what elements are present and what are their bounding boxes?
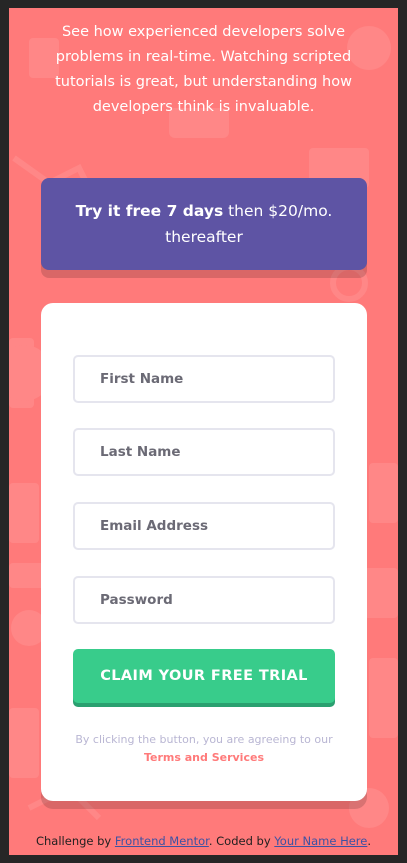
footer-prefix: Challenge by (35, 834, 115, 848)
terms-text: By clicking the button, you are agreeing… (75, 733, 333, 746)
intro-text: See how experienced developers solve pro… (55, 24, 352, 115)
last-name-field[interactable] (73, 428, 335, 476)
page-frame: See how experienced developers solve pro… (9, 8, 398, 855)
claim-free-trial-button[interactable]: CLAIM YOUR FREE TRIAL (73, 649, 335, 703)
footer-middle: . Coded by (208, 834, 275, 848)
password-input[interactable] (75, 591, 333, 609)
terms-notice: By clicking the button, you are agreeing… (65, 731, 343, 767)
attribution-footer: Challenge by Frontend Mentor. Coded by Y… (9, 834, 398, 848)
terms-link[interactable]: Terms and Services (144, 751, 264, 764)
email-input[interactable] (75, 517, 333, 535)
first-name-field[interactable] (73, 355, 335, 403)
banner-bold-text: Try it free 7 days (75, 202, 224, 220)
footer-suffix: . (367, 834, 372, 848)
author-link[interactable]: Your Name Here (274, 834, 367, 848)
email-field[interactable] (73, 502, 335, 550)
banner-text: Try it free 7 days then $20/mo. thereaft… (41, 198, 367, 250)
first-name-input[interactable] (75, 370, 333, 388)
signup-form-card: CLAIM YOUR FREE TRIAL By clicking the bu… (41, 303, 367, 801)
password-field[interactable] (73, 576, 335, 624)
frontend-mentor-link[interactable]: Frontend Mentor (115, 834, 209, 848)
last-name-input[interactable] (75, 443, 333, 461)
trial-banner: Try it free 7 days then $20/mo. thereaft… (41, 178, 367, 270)
